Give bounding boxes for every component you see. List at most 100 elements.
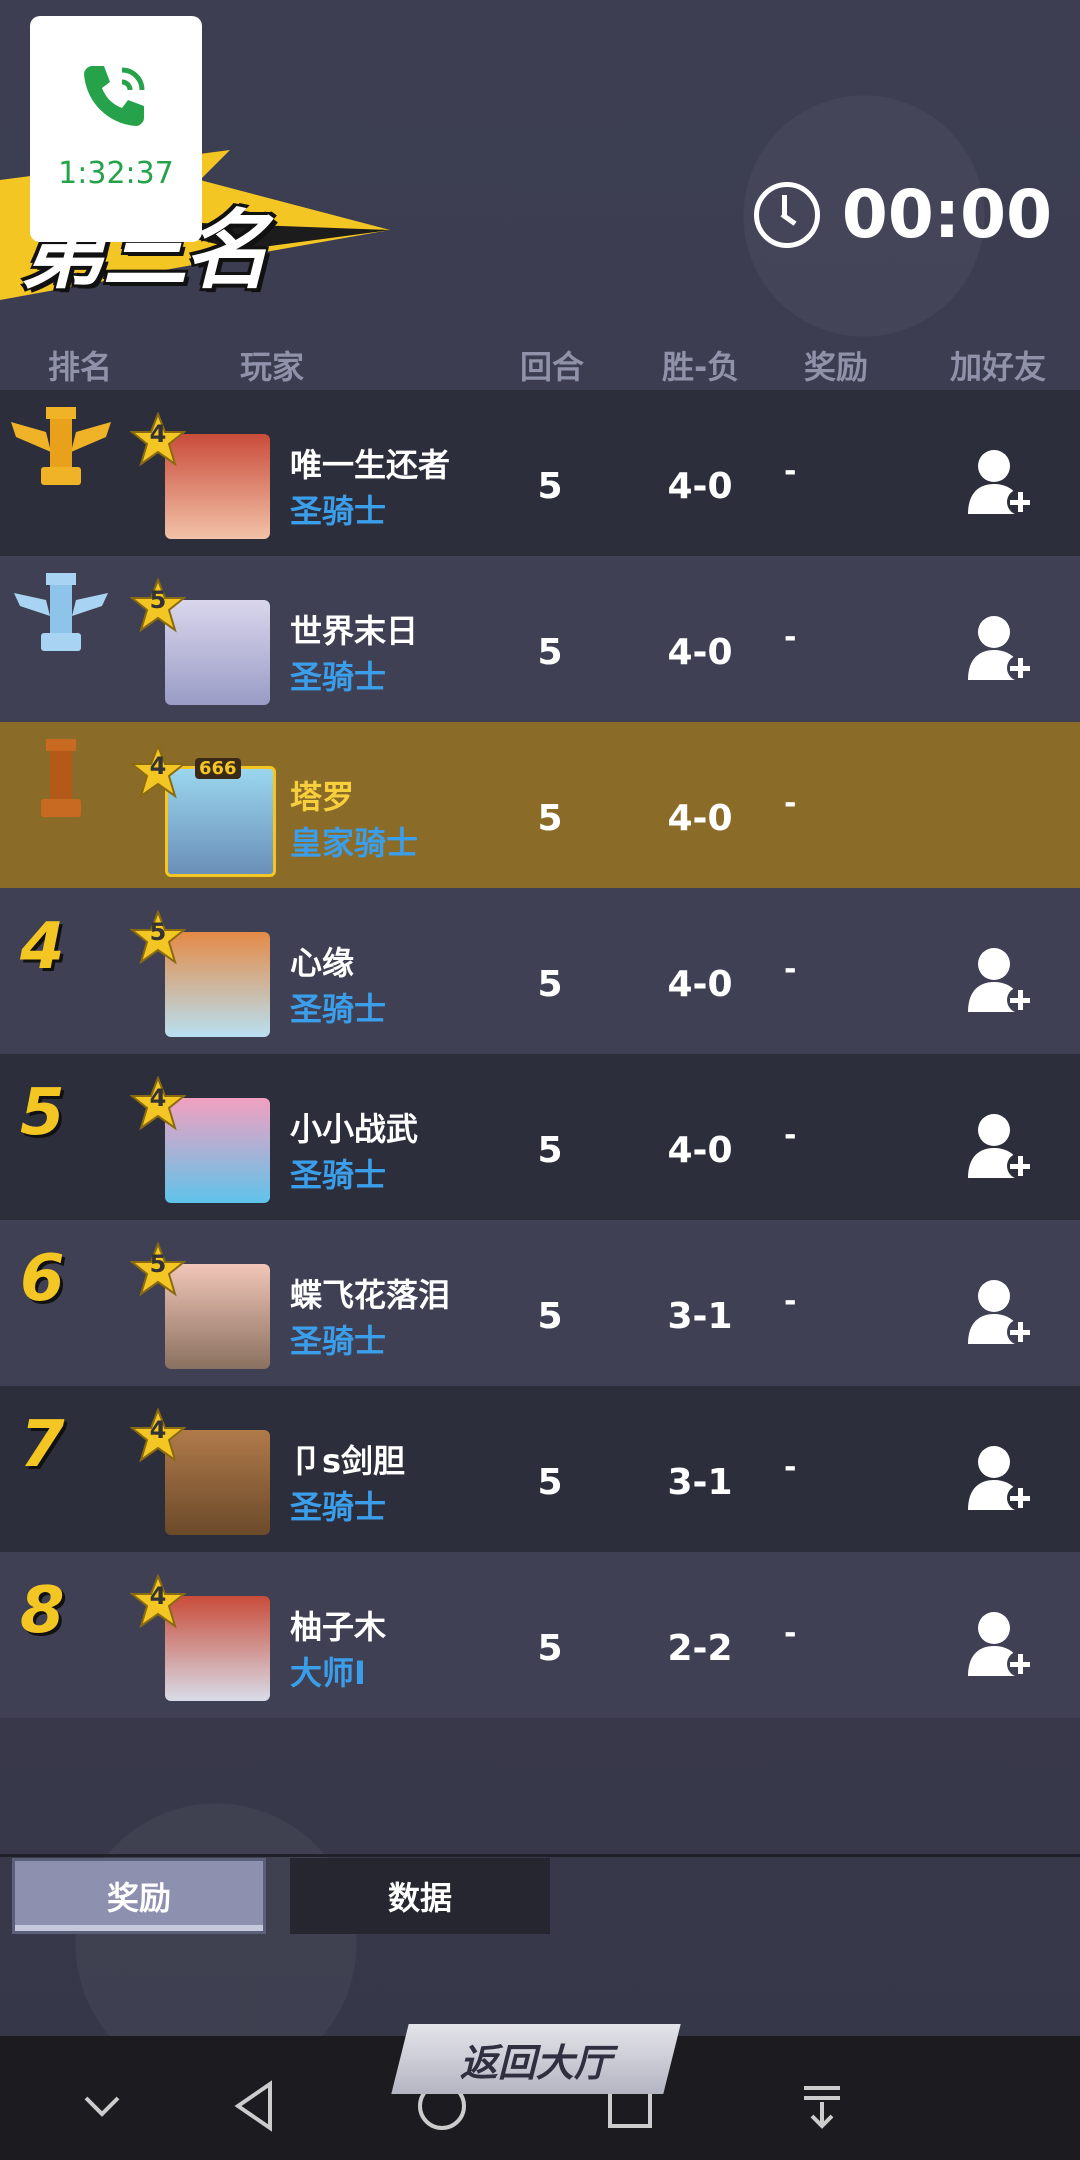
player-name: 唯一生还者 — [290, 446, 451, 484]
record-value: 4-0 — [667, 466, 733, 507]
rounds-value: 5 — [537, 1130, 563, 1171]
reward-value: - — [784, 786, 797, 821]
rounds-value: 5 — [537, 964, 563, 1005]
player-avatar[interactable]: 4 666 — [130, 744, 280, 877]
player-name: 塔罗 — [290, 778, 355, 816]
rank-number: 6 — [20, 1242, 65, 1316]
avatar-badge: 666 — [195, 758, 241, 779]
reward-value: - — [784, 620, 797, 655]
rank-number: 7 — [20, 1408, 65, 1482]
player-avatar[interactable]: 4 — [130, 412, 280, 542]
player-avatar[interactable]: 5 — [130, 1242, 280, 1372]
player-title: 圣骑士 — [290, 1156, 387, 1194]
player-avatar[interactable]: 5 — [130, 910, 280, 1040]
record-value: 3-1 — [667, 1462, 733, 1503]
table-row[interactable]: 4 5 心缘 圣骑士 5 4-0 - — [0, 888, 1080, 1054]
reward-value: - — [784, 454, 797, 489]
level-number: 4 — [149, 1416, 167, 1444]
rank-number: 5 — [20, 1076, 65, 1150]
player-title: 圣骑士 — [290, 1322, 387, 1360]
tab-data[interactable]: 数据 — [290, 1858, 550, 1934]
table-row[interactable]: 5 世界末日 圣骑士 5 4-0 - — [0, 556, 1080, 722]
tab-rewards[interactable]: 奖励 — [12, 1858, 266, 1934]
header-rounds: 回合 — [520, 348, 585, 386]
player-title: 圣骑士 — [290, 990, 387, 1028]
header-player: 玩家 — [240, 348, 305, 386]
record-value: 4-0 — [667, 964, 733, 1005]
add-friend-icon[interactable] — [966, 1442, 1036, 1512]
notification-pulldown-icon[interactable] — [792, 2076, 852, 2136]
player-name: 卩s剑胆 — [290, 1442, 406, 1480]
rounds-value: 5 — [537, 1462, 563, 1503]
phone-call-icon — [84, 66, 145, 126]
header-rank: 排名 — [48, 348, 113, 386]
reward-value: - — [784, 1118, 797, 1153]
bronze-trophy-icon — [41, 739, 81, 817]
rounds-value: 5 — [537, 798, 563, 839]
rounds-value: 5 — [537, 1296, 563, 1337]
rank-number: 4 — [20, 910, 65, 984]
add-friend-icon[interactable] — [966, 612, 1036, 682]
player-avatar[interactable]: 4 — [130, 1408, 280, 1538]
player-title: 圣骑士 — [290, 658, 387, 696]
player-avatar[interactable]: 5 — [130, 578, 280, 708]
reward-value: - — [784, 1450, 797, 1485]
player-title: 圣骑士 — [290, 1488, 387, 1526]
table-row[interactable]: 5 4 小小战武 圣骑士 5 4-0 - — [0, 1054, 1080, 1220]
player-avatar[interactable]: 4 — [130, 1574, 280, 1704]
record-value: 3-1 — [667, 1296, 733, 1337]
level-number: 5 — [149, 918, 167, 946]
ranking-table: 4 唯一生还者 圣骑士 5 4-0 - 5 世界末日 圣骑士 5 4-0 - 4… — [0, 390, 1080, 1718]
table-row[interactable]: 8 4 柚子木 大师I 5 2-2 - — [0, 1552, 1080, 1718]
player-name: 蝶飞花落泪 — [290, 1276, 451, 1314]
call-duration: 1:32:37 — [58, 156, 174, 191]
return-to-lobby-button[interactable]: 返回大厅 — [391, 2024, 681, 2094]
player-name: 世界末日 — [290, 612, 419, 650]
call-widget[interactable]: 1:32:37 — [30, 16, 202, 242]
return-to-lobby-label: 返回大厅 — [459, 2040, 612, 2085]
level-number: 4 — [149, 752, 167, 780]
gold-trophy-icon — [11, 407, 111, 485]
table-header: 排名 玩家 回合 胜-负 奖励 加好友 — [0, 342, 1080, 386]
table-row[interactable]: 4 唯一生还者 圣骑士 5 4-0 - — [0, 390, 1080, 556]
rounds-value: 5 — [537, 1628, 563, 1669]
level-number: 4 — [149, 420, 167, 448]
player-avatar[interactable]: 4 — [130, 1076, 280, 1206]
reward-value: - — [784, 952, 797, 987]
add-friend-icon[interactable] — [966, 446, 1036, 516]
reward-value: - — [784, 1616, 797, 1651]
player-name: 柚子木 — [290, 1608, 387, 1646]
table-row[interactable]: 6 5 蝶飞花落泪 圣骑士 5 3-1 - — [0, 1220, 1080, 1386]
table-row-self[interactable]: 4 666 塔罗 皇家骑士 5 4-0 - — [0, 722, 1080, 888]
chevron-down-icon[interactable] — [72, 2076, 132, 2136]
level-number: 4 — [149, 1582, 167, 1610]
rank-number: 8 — [20, 1574, 65, 1648]
player-name: 心缘 — [290, 944, 355, 982]
table-row[interactable]: 7 4 卩s剑胆 圣骑士 5 3-1 - — [0, 1386, 1080, 1552]
back-icon[interactable] — [226, 2076, 286, 2136]
timer-value: 00:00 — [841, 176, 1052, 253]
timer: 00:00 — [753, 176, 1052, 253]
silver-trophy-icon — [14, 573, 108, 651]
player-title: 大师I — [290, 1654, 366, 1692]
record-value: 4-0 — [667, 798, 733, 839]
player-title: 皇家骑士 — [290, 824, 419, 862]
level-number: 4 — [149, 1084, 167, 1112]
reward-value: - — [784, 1284, 797, 1319]
tab-divider — [0, 1854, 1080, 1857]
player-name: 小小战武 — [290, 1110, 419, 1148]
record-value: 2-2 — [667, 1628, 733, 1669]
add-friend-icon[interactable] — [966, 1608, 1036, 1678]
add-friend-icon[interactable] — [966, 944, 1036, 1014]
player-title: 圣骑士 — [290, 492, 387, 530]
add-friend-icon[interactable] — [966, 1276, 1036, 1346]
header-record: 胜-负 — [662, 348, 740, 386]
level-number: 5 — [149, 1250, 167, 1278]
rounds-value: 5 — [537, 466, 563, 507]
add-friend-icon[interactable] — [966, 1110, 1036, 1180]
record-value: 4-0 — [667, 1130, 733, 1171]
header-add-friend: 加好友 — [950, 348, 1047, 386]
header-reward: 奖励 — [804, 348, 869, 386]
rounds-value: 5 — [537, 632, 563, 673]
level-number: 5 — [149, 586, 167, 614]
